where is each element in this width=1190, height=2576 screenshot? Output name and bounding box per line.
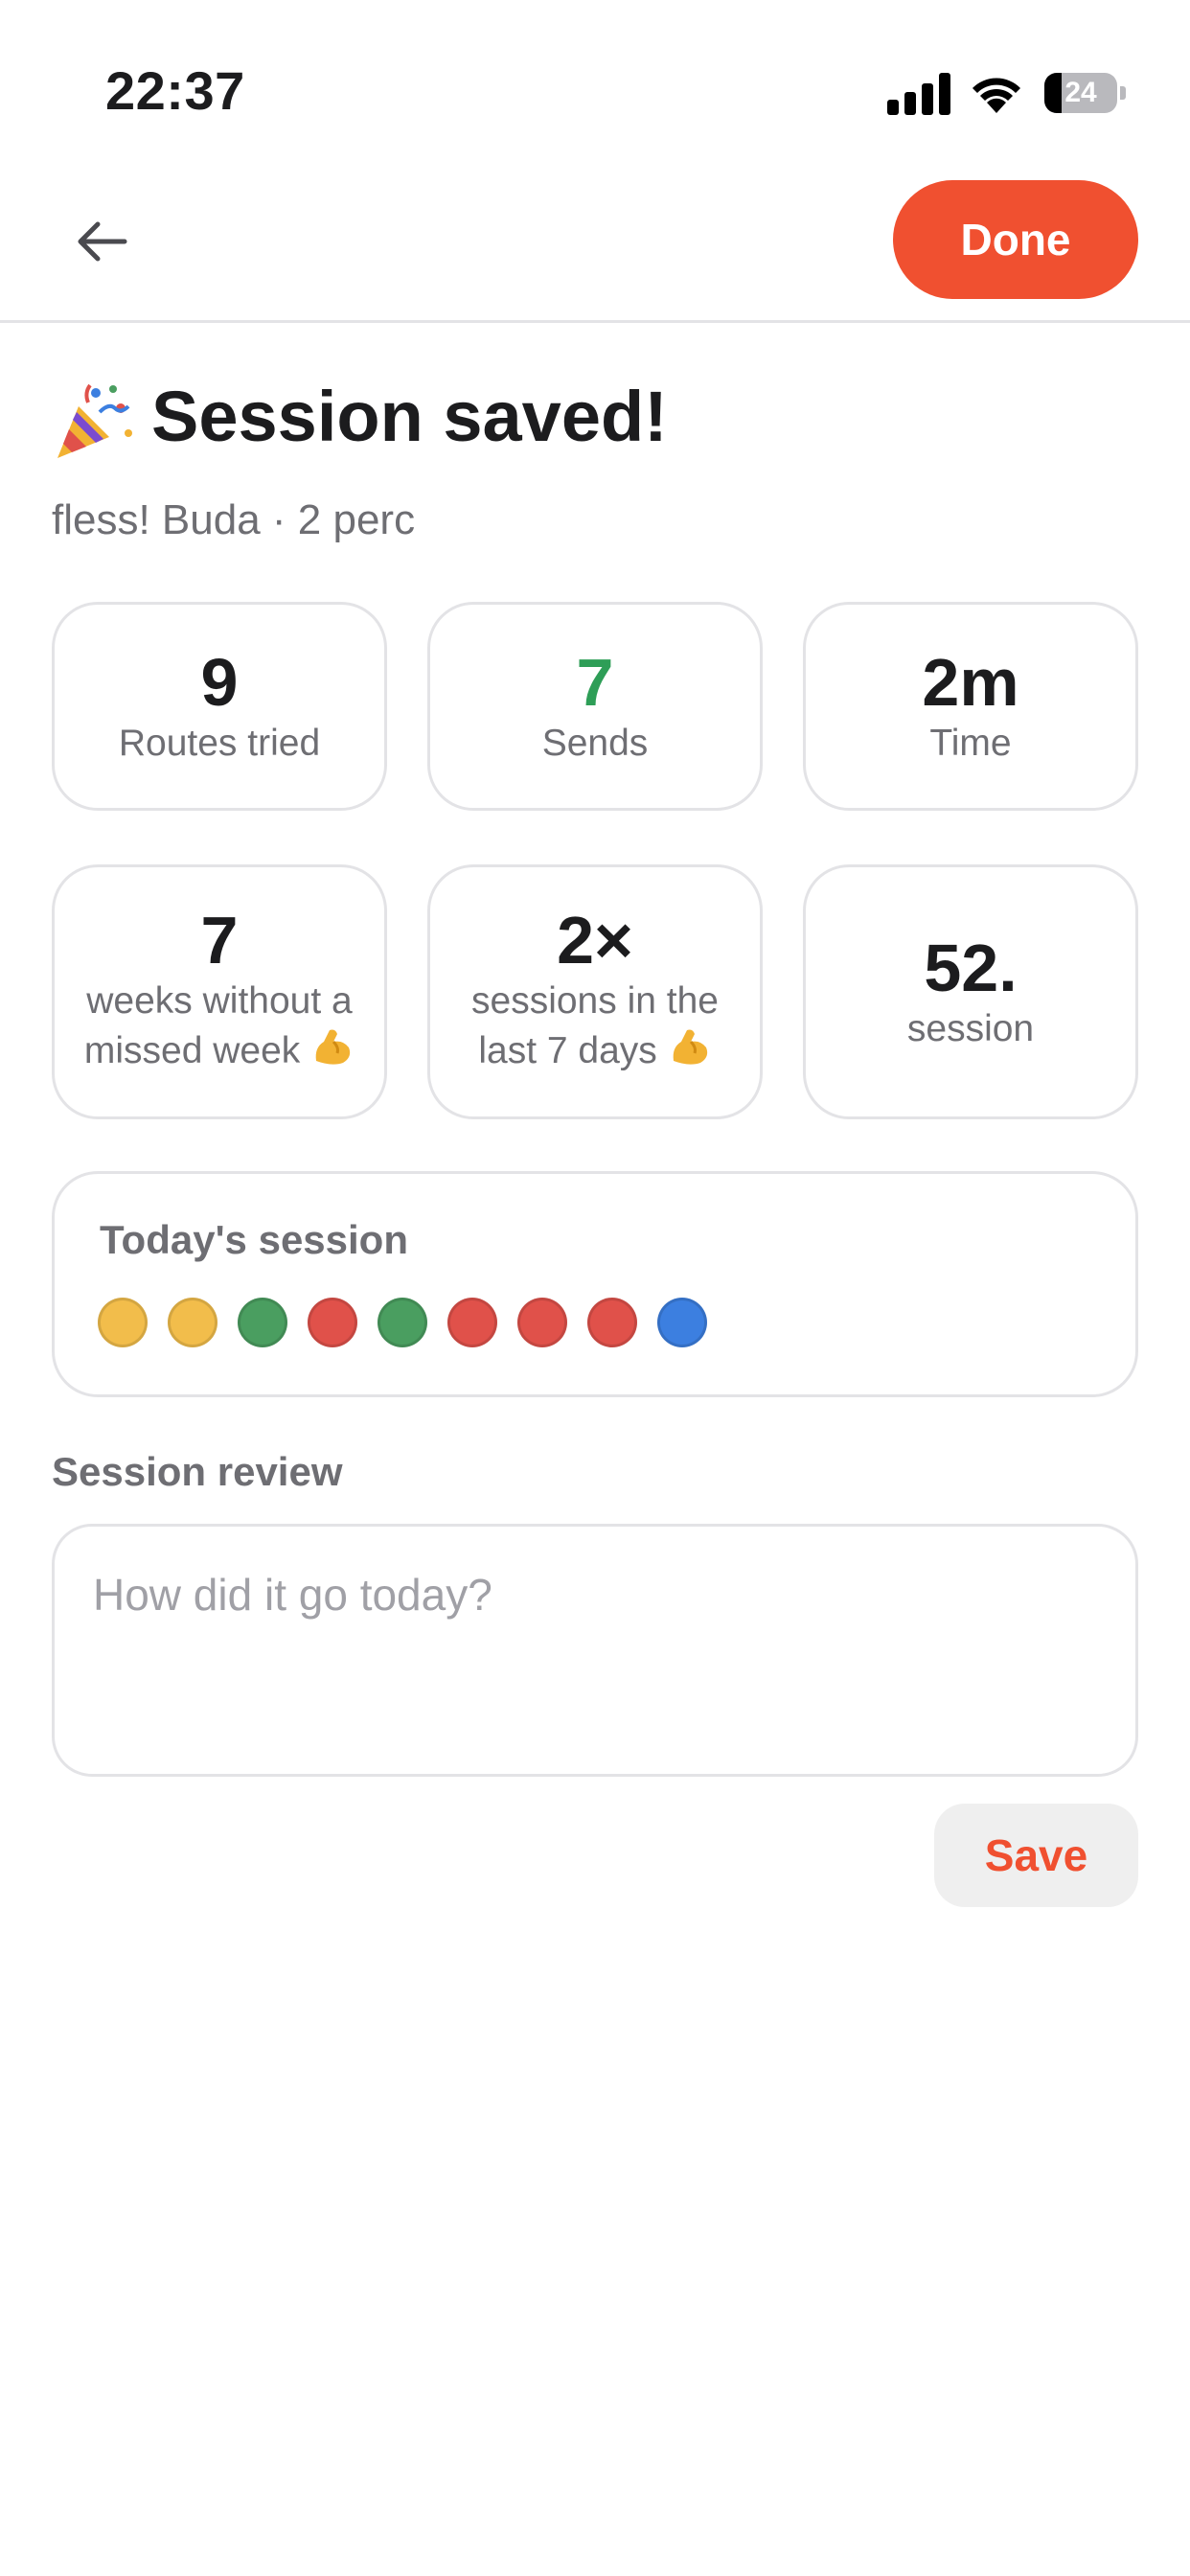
route-dot xyxy=(657,1298,707,1347)
stat-card-time: 2m Time xyxy=(803,602,1138,811)
stat-label-line: last 7 days xyxy=(478,1030,657,1071)
back-arrow-icon xyxy=(78,221,127,262)
done-button[interactable]: Done xyxy=(893,180,1138,299)
session-subtitle: fless! Buda · 2 perc xyxy=(52,496,416,543)
save-button[interactable]: Save xyxy=(934,1804,1138,1907)
page-title: Session saved! xyxy=(151,377,668,456)
route-dot xyxy=(517,1298,567,1347)
stat-label-line: sessions in the xyxy=(471,980,719,1022)
route-color-dots xyxy=(98,1298,707,1347)
stat-card-routes: 9 Routes tried xyxy=(52,602,387,811)
stat-value: 2× xyxy=(557,903,633,978)
stat-value: 7 xyxy=(200,903,239,978)
route-dot xyxy=(587,1298,637,1347)
status-time: 22:37 xyxy=(105,60,245,121)
stat-card-weekly-sessions: 2× sessions in the last 7 days xyxy=(427,864,763,1119)
signal-icon xyxy=(887,71,950,115)
session-review-input[interactable] xyxy=(52,1524,1138,1777)
stat-label: session xyxy=(906,1008,1035,1049)
stat-label-line: missed week xyxy=(83,1030,301,1071)
party-popper-icon xyxy=(52,380,134,462)
stat-card-sends: 7 Sends xyxy=(427,602,763,811)
stat-label: Routes tried xyxy=(118,723,321,764)
stat-card-session-count: 52. session xyxy=(803,864,1138,1119)
back-button[interactable] xyxy=(63,203,140,280)
todays-session-card xyxy=(52,1171,1138,1397)
route-dot xyxy=(98,1298,148,1347)
stat-value: 2m xyxy=(922,645,1019,720)
stat-label-line: weeks without a xyxy=(86,980,353,1022)
flexed-biceps-icon xyxy=(310,1024,355,1080)
battery-percent: 24 xyxy=(1064,77,1097,108)
route-dot xyxy=(447,1298,497,1347)
route-dot xyxy=(378,1298,427,1347)
header-divider xyxy=(0,320,1190,323)
route-dot xyxy=(308,1298,357,1347)
stat-value: 9 xyxy=(200,645,239,720)
stat-card-streak: 7 weeks without a missed week xyxy=(52,864,387,1119)
route-dot xyxy=(238,1298,287,1347)
flexed-biceps-icon xyxy=(668,1024,712,1080)
wifi-icon xyxy=(969,71,1024,115)
battery-icon: 24 xyxy=(1044,73,1127,113)
stat-value: 7 xyxy=(576,645,614,720)
todays-session-title: Today's session xyxy=(100,1217,408,1262)
stat-label: Time xyxy=(929,723,1012,764)
route-dot xyxy=(168,1298,217,1347)
stat-value: 52. xyxy=(924,931,1018,1005)
stat-label: Sends xyxy=(541,723,649,764)
session-review-label: Session review xyxy=(52,1449,343,1494)
